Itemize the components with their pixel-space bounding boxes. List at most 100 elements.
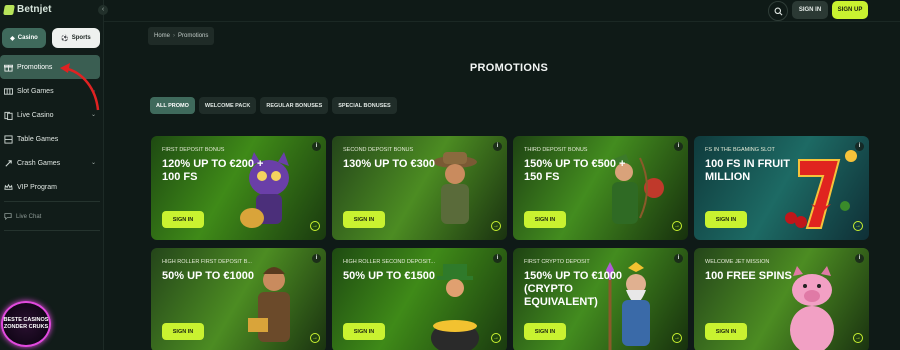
arrow-right-icon[interactable]: →: [310, 333, 320, 343]
tab-casino-label: Casino: [17, 35, 38, 41]
sidebar-item-vip-program[interactable]: VIP Program: [0, 175, 104, 199]
card-headline: 120% UP TO €200 + 100 FS: [162, 158, 264, 183]
sidebar-divider: [4, 201, 100, 202]
card-headline: 50% UP TO €1500: [343, 270, 435, 282]
sidebar-item-label: Table Games: [17, 135, 59, 143]
info-icon[interactable]: i: [674, 254, 683, 263]
search-button[interactable]: [768, 1, 788, 21]
rocket-icon: [4, 159, 13, 168]
page-title: PROMOTIONS: [469, 62, 549, 74]
card-signin-button[interactable]: SIGN IN: [524, 323, 566, 340]
card-signin-button[interactable]: SIGN IN: [705, 323, 747, 340]
chat-icon: [4, 212, 12, 222]
card-headline: 100 FS IN FRUIT MILLION: [705, 158, 790, 183]
card-label: WELCOME JET MISSION: [705, 259, 770, 265]
promo-card[interactable]: i FIRST CRYPTO DEPOSIT 150% UP TO €1000 …: [513, 248, 688, 350]
tab-sports[interactable]: ⚽ Sports: [52, 28, 100, 48]
arrow-right-icon[interactable]: →: [853, 333, 863, 343]
info-icon[interactable]: i: [493, 254, 502, 263]
header-signup-button[interactable]: SIGN UP: [832, 1, 868, 19]
card-label: FIRST CRYPTO DEPOSIT: [524, 259, 590, 265]
promo-filters: ALL PROMO WELCOME PACK REGULAR BONUSES S…: [150, 97, 397, 114]
promo-card[interactable]: i FS IN THE BGAMING SLOT 100 FS IN FRUIT…: [694, 136, 869, 240]
tab-sports-label: Sports: [71, 35, 91, 41]
card-label: FIRST DEPOSIT BONUS: [162, 147, 225, 153]
cards-icon: [4, 111, 13, 120]
card-headline: 130% UP TO €300: [343, 158, 435, 170]
top-bar: SIGN IN SIGN UP: [104, 0, 900, 22]
card-label: HIGH ROLLER FIRST DEPOSIT B...: [162, 259, 252, 265]
badge-line-2: ZONDER CRUKS: [3, 324, 49, 330]
info-icon[interactable]: i: [493, 142, 502, 151]
breadcrumb-current: Promotions: [178, 33, 209, 39]
sidebar-item-label: Live Casino: [17, 111, 54, 119]
card-signin-button[interactable]: SIGN IN: [343, 211, 385, 228]
card-signin-button[interactable]: SIGN IN: [343, 323, 385, 340]
sidebar-item-table-games[interactable]: Table Games: [0, 127, 104, 151]
logo-text: Betnjet: [17, 4, 52, 15]
promo-card[interactable]: i HIGH ROLLER FIRST DEPOSIT B... 50% UP …: [151, 248, 326, 350]
arrow-right-icon[interactable]: →: [672, 333, 682, 343]
header-signin-button[interactable]: SIGN IN: [792, 1, 828, 19]
arrow-right-icon[interactable]: →: [491, 221, 501, 231]
sidebar-divider: [4, 230, 100, 231]
sidebar-item-label: Crash Games: [17, 159, 61, 167]
sidebar: Betnjet ◆ Casino ⚽ Sports Promotions Slo…: [0, 0, 104, 350]
card-signin-button[interactable]: SIGN IN: [705, 211, 747, 228]
brand-logo[interactable]: Betnjet: [3, 4, 52, 15]
card-signin-button[interactable]: SIGN IN: [162, 323, 204, 340]
arrow-right-icon[interactable]: →: [672, 221, 682, 231]
sidebar-item-label: VIP Program: [17, 183, 57, 191]
crown-icon: [4, 183, 13, 192]
red-arrow-annotation: [60, 63, 100, 111]
live-chat-link[interactable]: Live Chat: [4, 212, 41, 222]
badge-line-1: BESTE CASINOS: [3, 317, 49, 323]
filter-regular-bonuses[interactable]: REGULAR BONUSES: [260, 97, 329, 114]
breadcrumb-home[interactable]: Home: [154, 33, 170, 39]
info-icon[interactable]: i: [674, 142, 683, 151]
tab-casino[interactable]: ◆ Casino: [2, 28, 46, 48]
card-headline: 100 FREE SPINS: [705, 270, 792, 282]
live-chat-label: Live Chat: [16, 214, 42, 220]
arrow-right-icon[interactable]: →: [310, 221, 320, 231]
promo-card[interactable]: i HIGH ROLLER SECOND DEPOSIT... 50% UP T…: [332, 248, 507, 350]
breadcrumb: Home › Promotions: [148, 27, 215, 45]
card-headline: 150% UP TO €500 + 150 FS: [524, 158, 626, 183]
info-icon[interactable]: i: [855, 142, 864, 151]
table-icon: [4, 134, 13, 144]
collapse-sidebar-icon[interactable]: ‹: [98, 5, 108, 15]
card-headline: 150% UP TO €1000 (CRYPTO EQUIVALENT): [524, 270, 623, 308]
card-headline: 50% UP TO €1000: [162, 270, 254, 282]
card-label: SECOND DEPOSIT BONUS: [343, 147, 414, 153]
card-label: FS IN THE BGAMING SLOT: [705, 147, 775, 153]
promo-card[interactable]: i THIRD DEPOSIT BONUS 150% UP TO €500 + …: [513, 136, 688, 240]
logo-mark-icon: [3, 4, 15, 15]
info-icon[interactable]: i: [312, 142, 321, 151]
arrow-right-icon[interactable]: →: [491, 333, 501, 343]
filter-all-promo[interactable]: ALL PROMO: [150, 97, 195, 114]
slot-icon: [4, 87, 13, 96]
promo-card[interactable]: i WELCOME JET MISSION 100 FREE SPINS SIG…: [694, 248, 869, 350]
card-signin-button[interactable]: SIGN IN: [162, 211, 204, 228]
chevron-right-icon: ›: [173, 33, 176, 39]
filter-welcome-pack[interactable]: WELCOME PACK: [198, 97, 257, 114]
sidebar-item-label: Promotions: [17, 63, 53, 71]
search-icon: [774, 7, 782, 15]
filter-special-bonuses[interactable]: SPECIAL BONUSES: [332, 97, 397, 114]
info-icon[interactable]: i: [855, 254, 864, 263]
ball-icon: ⚽: [61, 35, 69, 42]
chevron-down-icon[interactable]: ⌄: [91, 111, 96, 118]
promo-card[interactable]: i SECOND DEPOSIT BONUS 130% UP TO €300 S…: [332, 136, 507, 240]
mode-tabs: ◆ Casino ⚽ Sports: [0, 28, 104, 48]
promo-card[interactable]: i FIRST DEPOSIT BONUS 120% UP TO €200 + …: [151, 136, 326, 240]
gift-icon: [4, 63, 13, 72]
sidebar-item-label: Slot Games: [17, 87, 54, 95]
cruks-badge-logo: BESTE CASINOS ZONDER CRUKS: [1, 301, 51, 347]
card-label: THIRD DEPOSIT BONUS: [524, 147, 588, 153]
chevron-down-icon[interactable]: ⌄: [91, 159, 96, 166]
card-signin-button[interactable]: SIGN IN: [524, 211, 566, 228]
arrow-right-icon[interactable]: →: [853, 221, 863, 231]
card-label: HIGH ROLLER SECOND DEPOSIT...: [343, 259, 435, 265]
sidebar-item-crash-games[interactable]: Crash Games ⌄: [0, 151, 104, 175]
info-icon[interactable]: i: [312, 254, 321, 263]
